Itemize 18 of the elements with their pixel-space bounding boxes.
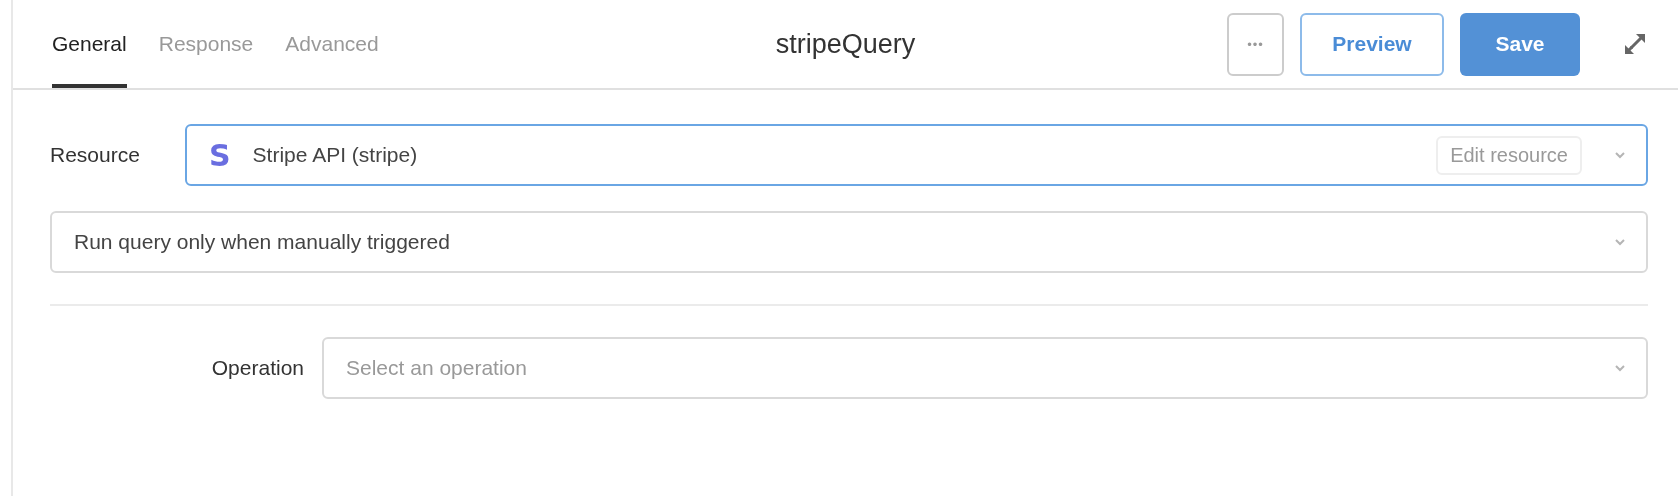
more-button[interactable]: •••	[1227, 12, 1284, 76]
expand-icon[interactable]	[1622, 31, 1648, 57]
preview-button[interactable]: Preview	[1300, 12, 1444, 76]
resource-logo: S	[209, 137, 231, 173]
tab[interactable]: Response	[158, 0, 254, 88]
chevron-down-icon	[1614, 364, 1626, 372]
resource-select[interactable]: S Stripe API (stripe) Edit resource	[185, 124, 1648, 186]
tab[interactable]: General	[52, 0, 127, 88]
query-title: stripeQuery	[775, 28, 916, 60]
chevron-down-icon	[1614, 238, 1626, 246]
save-button[interactable]: Save	[1460, 12, 1580, 76]
trigger-select[interactable]: Run query only when manually triggered	[50, 211, 1648, 273]
edit-resource-button[interactable]: Edit resource	[1436, 135, 1582, 175]
tab[interactable]: Advanced	[285, 0, 379, 88]
field-label: Resource	[50, 143, 141, 167]
field-label: Operation	[210, 356, 305, 380]
chevron-down-icon	[1614, 151, 1626, 159]
operation-select[interactable]: Select an operation	[322, 337, 1648, 399]
